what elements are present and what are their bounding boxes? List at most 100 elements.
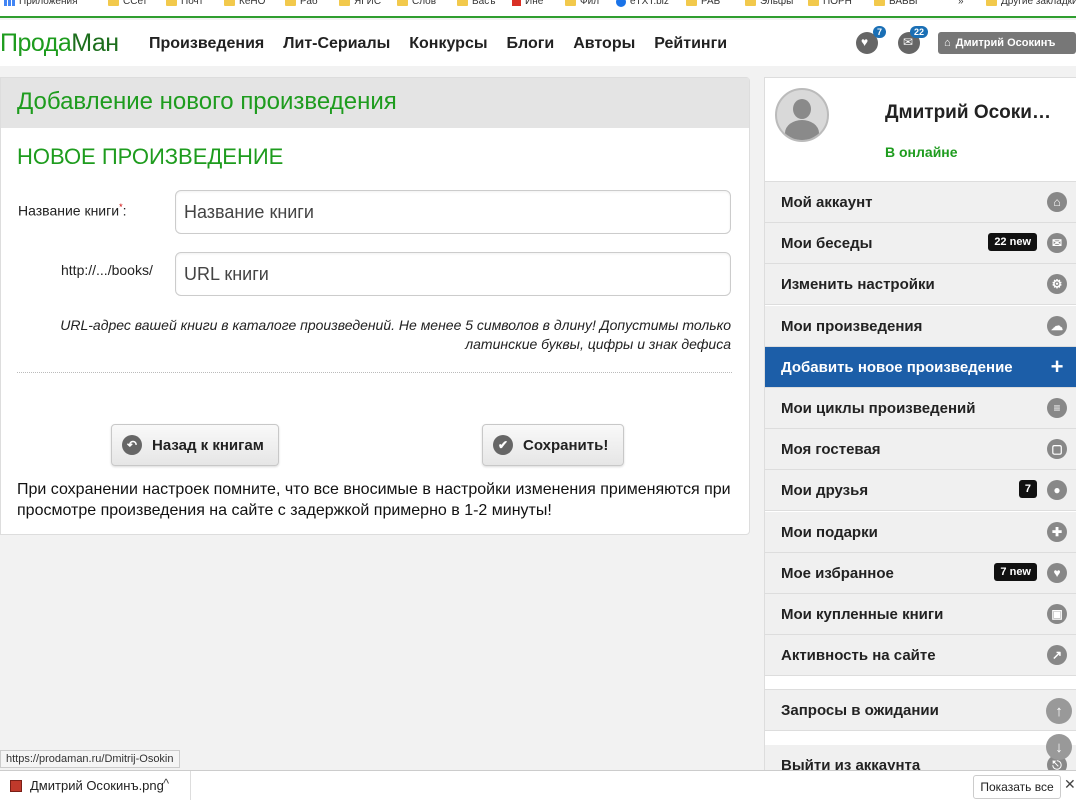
bookmark-label: Ине bbox=[525, 0, 544, 7]
bookmark-item[interactable]: КеНО bbox=[224, 0, 265, 7]
sidebar-item-label: Мои произведения bbox=[781, 317, 923, 335]
sidebar-item[interactable]: Мои циклы произведений ≡ bbox=[765, 388, 1076, 429]
save-notice: При сохранении настроек помните, что все… bbox=[17, 481, 731, 519]
red-square-icon bbox=[512, 0, 521, 6]
page-title: Добавление нового произведения bbox=[17, 88, 397, 115]
folder-icon bbox=[565, 0, 576, 6]
sidebar-item[interactable]: Мои беседы 22 new ✉ bbox=[765, 223, 1076, 264]
sidebar-item[interactable]: Мой аккаунт ⌂ bbox=[765, 182, 1076, 223]
folder-icon bbox=[285, 0, 296, 6]
sidebar-item-label: Изменить настройки bbox=[781, 275, 935, 293]
online-status: В онлайне bbox=[885, 144, 958, 160]
folder-icon bbox=[874, 0, 885, 6]
envelope-icon: ✉ bbox=[1047, 233, 1067, 253]
profile-name[interactable]: Дмитрий Осоки… bbox=[885, 102, 1051, 124]
folder-icon bbox=[397, 0, 408, 6]
sidebar-item[interactable]: Изменить настройки ⚙ bbox=[765, 264, 1076, 305]
scroll-up-icon[interactable]: ↑ bbox=[1046, 698, 1072, 724]
folder-icon bbox=[339, 0, 350, 6]
logo-part-1: Прода bbox=[0, 29, 72, 57]
bookmark-item[interactable]: РАБ bbox=[686, 0, 720, 7]
file-icon bbox=[10, 779, 22, 792]
bookmark-item[interactable]: ЯГИС bbox=[339, 0, 381, 7]
check-icon: ✔ bbox=[493, 435, 513, 455]
bookmark-item[interactable]: eTXT.biz bbox=[616, 0, 669, 7]
url-hint: URL-адрес вашей книги в каталоге произве… bbox=[60, 317, 731, 352]
sidebar-item-label: Мои купленные книги bbox=[781, 605, 944, 623]
back-arrow-icon: ↶ bbox=[122, 435, 142, 455]
book-url-input[interactable] bbox=[175, 252, 731, 296]
nav-blogs[interactable]: Блоги bbox=[507, 35, 555, 53]
close-icon[interactable]: ✕ bbox=[1064, 776, 1076, 793]
sidebar-item[interactable]: Запросы в ожидании◷ bbox=[765, 690, 1076, 731]
bookmark-item[interactable]: Васъ bbox=[457, 0, 495, 7]
save-button[interactable]: ✔ Сохранить! bbox=[482, 424, 624, 466]
bookmark-item[interactable]: Эльфы bbox=[745, 0, 793, 7]
site-header: ПродаМан Произведения Лит-Сериалы Конкур… bbox=[0, 20, 1076, 66]
bookmark-item[interactable]: Приложения bbox=[4, 0, 78, 7]
chat-icon: ▢ bbox=[1047, 439, 1067, 459]
bookmark-item[interactable]: Почт bbox=[166, 0, 203, 7]
bookmark-item[interactable]: БАБЫ bbox=[874, 0, 917, 7]
folder-icon bbox=[166, 0, 177, 6]
download-filename: Дмитрий Осокинъ.png bbox=[30, 778, 164, 793]
sidebar-item-label: Мои циклы произведений bbox=[781, 399, 976, 417]
logo-part-2: Ман bbox=[71, 29, 119, 57]
back-button-label: Назад к книгам bbox=[152, 436, 264, 454]
nav-works[interactable]: Произведения bbox=[149, 35, 264, 53]
bookmark-label: Приложения bbox=[19, 0, 78, 7]
bookmark-label: КеНО bbox=[239, 0, 266, 7]
avatar[interactable] bbox=[775, 88, 829, 142]
favorites-heart-icon[interactable]: ♥ 7 bbox=[856, 26, 886, 54]
sidebar-item[interactable]: Мои произведения ☁ bbox=[765, 306, 1076, 347]
user-icon: ● bbox=[1047, 480, 1067, 500]
bookmark-item[interactable]: Ине bbox=[512, 0, 543, 7]
bookmark-label: Эльфы bbox=[760, 0, 794, 7]
bookmark-item[interactable]: Слов bbox=[397, 0, 436, 7]
book-title-input[interactable] bbox=[175, 190, 731, 234]
back-to-books-button[interactable]: ↶ Назад к книгам bbox=[111, 424, 279, 466]
bookmark-item[interactable]: Раб bbox=[285, 0, 318, 7]
nav-serials[interactable]: Лит-Сериалы bbox=[283, 35, 390, 53]
profile-block: Дмитрий Осоки… В онлайне bbox=[765, 78, 1076, 182]
add-work-card: Добавление нового произведения НОВОЕ ПРО… bbox=[0, 77, 750, 535]
bookmark-label: БАБЫ bbox=[889, 0, 918, 7]
nav-ratings[interactable]: Рейтинги bbox=[654, 35, 727, 53]
gift-icon: ✚ bbox=[1047, 522, 1067, 542]
nav-authors[interactable]: Авторы bbox=[573, 35, 635, 53]
sidebar-item[interactable]: Добавить новое произведение + bbox=[765, 347, 1076, 388]
sidebar-item[interactable]: Мои купленные книги ▣ bbox=[765, 594, 1076, 635]
other-bookmarks[interactable]: Другие закладки bbox=[986, 0, 1076, 7]
bookmark-label: РАБ bbox=[701, 0, 721, 7]
download-item[interactable]: Дмитрий Осокинъ.png bbox=[10, 778, 164, 793]
sidebar-item[interactable]: Активность на сайте ↗ bbox=[765, 635, 1076, 676]
folder-icon bbox=[224, 0, 235, 6]
sidebar-item[interactable]: Мои подарки ✚ bbox=[765, 512, 1076, 553]
scroll-down-icon[interactable]: ↓ bbox=[1046, 734, 1072, 760]
sidebar-item[interactable]: Моя гостевая ▢ bbox=[765, 429, 1076, 470]
folder-icon bbox=[808, 0, 819, 6]
sidebar-item-label: Активность на сайте bbox=[781, 646, 936, 664]
book-title-label: Название книги*: bbox=[18, 202, 126, 219]
chevron-up-icon[interactable]: ^ bbox=[163, 776, 169, 791]
sidebar-item[interactable]: Мое избранное 7 new ♥ bbox=[765, 553, 1076, 594]
bookmark-label: Почт bbox=[181, 0, 204, 7]
bookmark-item[interactable]: ССет bbox=[108, 0, 147, 7]
messages-badge: 22 bbox=[909, 26, 928, 38]
bookmark-item[interactable]: Фил bbox=[565, 0, 599, 7]
site-logo[interactable]: ПродаМан bbox=[0, 29, 119, 58]
user-menu-button[interactable]: ⌂ Дмитрий Осокинъ bbox=[938, 32, 1076, 54]
count-badge: 7 new bbox=[994, 563, 1037, 581]
more-bookmarks-button[interactable]: » bbox=[958, 0, 964, 7]
home-icon: ⌂ bbox=[1047, 192, 1067, 212]
bookmark-label: ПОРН bbox=[823, 0, 852, 7]
messages-envelope-icon[interactable]: ✉ 22 bbox=[898, 26, 928, 54]
share-icon: ↗ bbox=[1047, 645, 1067, 665]
sidebar-item[interactable]: Мои друзья 7 ● bbox=[765, 470, 1076, 511]
bookmark-label: ЯГИС bbox=[354, 0, 382, 7]
divider bbox=[17, 372, 732, 373]
bookmark-item[interactable]: ПОРН bbox=[808, 0, 852, 7]
nav-contests[interactable]: Конкурсы bbox=[409, 35, 487, 53]
sidebar-item-label: Моя гостевая bbox=[781, 440, 881, 458]
show-all-button[interactable]: Показать все bbox=[973, 775, 1061, 799]
